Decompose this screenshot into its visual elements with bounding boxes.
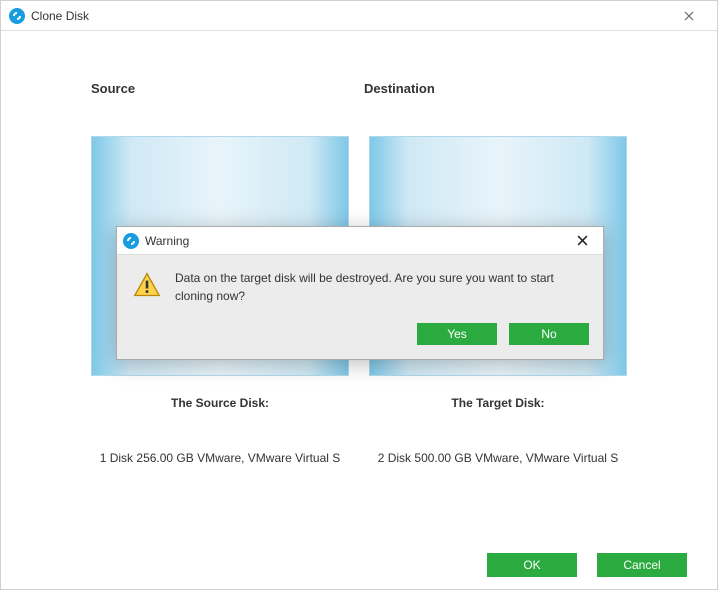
warning-icon xyxy=(133,271,161,299)
source-disk-label: The Source Disk: xyxy=(91,396,349,410)
dialog-footer: Yes No xyxy=(117,315,603,359)
window-title: Clone Disk xyxy=(31,9,89,23)
footer-buttons: OK Cancel xyxy=(487,553,687,577)
dialog-body: Data on the target disk will be destroye… xyxy=(117,255,603,315)
target-disk-label: The Target Disk: xyxy=(369,396,627,410)
dialog-message: Data on the target disk will be destroye… xyxy=(175,269,587,305)
close-icon xyxy=(577,235,588,246)
disk-labels: The Source Disk: The Target Disk: xyxy=(91,396,627,410)
app-icon xyxy=(9,8,25,24)
destination-header: Destination xyxy=(354,81,627,96)
cancel-button[interactable]: Cancel xyxy=(597,553,687,577)
window-close-button[interactable] xyxy=(669,1,709,31)
warning-dialog: Warning Data on the target disk will be … xyxy=(116,226,604,360)
dialog-titlebar: Warning xyxy=(117,227,603,255)
column-headers: Source Destination xyxy=(91,81,627,96)
source-header: Source xyxy=(91,81,354,96)
disk-descriptions: 1 Disk 256.00 GB VMware, VMware Virtual … xyxy=(91,450,627,467)
dialog-app-icon xyxy=(123,233,139,249)
dialog-close-button[interactable] xyxy=(567,227,597,255)
source-disk-description: 1 Disk 256.00 GB VMware, VMware Virtual … xyxy=(91,450,349,467)
yes-button[interactable]: Yes xyxy=(417,323,497,345)
target-disk-description: 2 Disk 500.00 GB VMware, VMware Virtual … xyxy=(369,450,627,467)
window-titlebar: Clone Disk xyxy=(1,1,717,31)
close-icon xyxy=(684,11,694,21)
ok-button[interactable]: OK xyxy=(487,553,577,577)
dialog-title: Warning xyxy=(145,234,189,248)
no-button[interactable]: No xyxy=(509,323,589,345)
